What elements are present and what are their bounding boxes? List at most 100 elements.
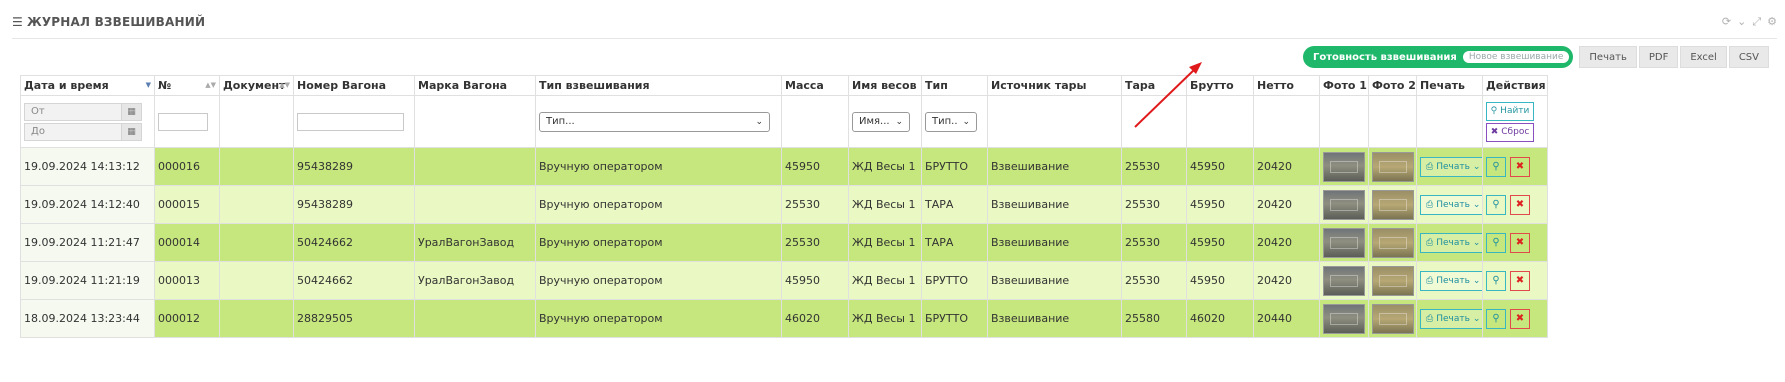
- document-cell: [219, 147, 294, 186]
- date-to-input[interactable]: До ▦: [24, 122, 142, 141]
- calendar-icon[interactable]: ▦: [121, 123, 141, 140]
- chevron-down-icon[interactable]: ⌄: [1737, 15, 1746, 29]
- view-record-button[interactable]: ⚲: [1486, 232, 1506, 253]
- ready-label: Готовность взвешивания: [1312, 51, 1457, 63]
- wagon-number-cell: 50424662: [293, 223, 415, 262]
- net-cell: 20420: [1253, 147, 1320, 186]
- filter-row: От ▦ До ▦ Тип... ⌄ Имя... ⌄ Тип.. ⌄ ⚲ Найти ✖ С…: [20, 95, 1548, 148]
- scale-name-cell: ЖД Весы 1: [848, 261, 922, 300]
- weigh-type-cell: Вручную оператором: [535, 147, 782, 186]
- gear-icon[interactable]: ⚙: [1767, 15, 1777, 29]
- table-row[interactable]: 19.09.2024 14:12:40 000015 95438289 Вручную…: [20, 185, 1548, 224]
- net-cell: 20420: [1253, 223, 1320, 262]
- delete-record-button[interactable]: ✖: [1510, 156, 1530, 177]
- col-header-tare[interactable]: Тара: [1121, 75, 1187, 96]
- row-print-button[interactable]: ⎙ Печать ⌄: [1420, 156, 1482, 177]
- wagon-brand-cell: [414, 147, 536, 186]
- wagon-photo-2[interactable]: [1372, 303, 1414, 334]
- wagon-photo-2[interactable]: [1372, 151, 1414, 182]
- col-header-net[interactable]: Нетто: [1253, 75, 1320, 96]
- csv-export-button[interactable]: CSV: [1728, 46, 1769, 68]
- weighing-ready-indicator[interactable]: Готовность взвешивания Новое взвешивание: [1302, 46, 1574, 68]
- tare-source-cell: Взвешивание: [987, 147, 1122, 186]
- col-header-document[interactable]: Документ ▲▼: [219, 75, 294, 96]
- header-divider: [12, 38, 1777, 39]
- printer-icon: ⎙: [1426, 199, 1434, 210]
- gross-cell: 45950: [1186, 185, 1254, 224]
- view-record-button[interactable]: ⚲: [1486, 194, 1506, 215]
- search-icon: ⚲: [1492, 313, 1500, 324]
- scale-name-select[interactable]: Имя... ⌄: [852, 111, 910, 132]
- gross-cell: 45950: [1186, 261, 1254, 300]
- col-header-wagon-number[interactable]: Номер Вагона: [293, 75, 415, 96]
- delete-record-button[interactable]: ✖: [1510, 308, 1530, 329]
- pdf-export-button[interactable]: PDF: [1638, 46, 1679, 68]
- mass-cell: 46020: [781, 299, 849, 338]
- search-icon: ⚲: [1492, 199, 1500, 210]
- wagon-number-filter-input[interactable]: [297, 112, 404, 131]
- col-header-number[interactable]: № ▲▼: [154, 75, 220, 96]
- wagon-photo-1[interactable]: [1323, 227, 1365, 258]
- row-print-button[interactable]: ⎙ Печать ⌄: [1420, 194, 1482, 215]
- gross-cell: 46020: [1186, 299, 1254, 338]
- type-select[interactable]: Тип.. ⌄: [925, 111, 977, 132]
- refresh-icon[interactable]: ⟳: [1722, 15, 1731, 29]
- mass-cell: 45950: [781, 261, 849, 300]
- weigh-type-cell: Вручную оператором: [535, 261, 782, 300]
- printer-icon: ⎙: [1426, 161, 1434, 172]
- col-header-scale-name[interactable]: Имя весов: [848, 75, 922, 96]
- delete-record-button[interactable]: ✖: [1510, 270, 1530, 291]
- sort-icon: ▲▼: [279, 81, 290, 89]
- wagon-photo-1[interactable]: [1323, 265, 1365, 296]
- chevron-down-icon: ⌄: [895, 116, 903, 127]
- weigh-type-select[interactable]: Тип... ⌄: [539, 111, 770, 132]
- col-header-weigh-type[interactable]: Тип взвешивания: [535, 75, 782, 96]
- date-from-input[interactable]: От ▦: [24, 102, 142, 121]
- view-record-button[interactable]: ⚲: [1486, 156, 1506, 177]
- sort-desc-icon: ▼: [145, 81, 151, 89]
- calendar-icon[interactable]: ▦: [121, 103, 141, 120]
- wagon-number-cell: 95438289: [293, 185, 415, 224]
- col-header-gross[interactable]: Брутто: [1186, 75, 1254, 96]
- col-header-tare-source[interactable]: Источник тары: [987, 75, 1122, 96]
- excel-export-button[interactable]: Excel: [1680, 46, 1727, 68]
- close-icon: ✖: [1515, 275, 1525, 286]
- wagon-photo-2[interactable]: [1372, 189, 1414, 220]
- number-cell: 000015: [154, 185, 220, 224]
- wagon-photo-1[interactable]: [1323, 151, 1365, 182]
- row-print-button[interactable]: ⎙ Печать ⌄: [1420, 308, 1482, 329]
- table-row[interactable]: 19.09.2024 11:21:19 000013 50424662 УралВаг…: [20, 261, 1548, 300]
- delete-record-button[interactable]: ✖: [1510, 232, 1530, 253]
- table-row[interactable]: 19.09.2024 11:21:47 000014 50424662 УралВаг…: [20, 223, 1548, 262]
- tare-source-cell: Взвешивание: [987, 185, 1122, 224]
- view-record-button[interactable]: ⚲: [1486, 270, 1506, 291]
- number-cell: 000013: [154, 261, 220, 300]
- wagon-photo-2[interactable]: [1372, 265, 1414, 296]
- table-row[interactable]: 19.09.2024 14:13:12 000016 95438289 Вручную…: [20, 147, 1548, 186]
- col-header-type[interactable]: Тип: [921, 75, 988, 96]
- number-cell: 000012: [154, 299, 220, 338]
- number-filter-input[interactable]: [158, 112, 208, 131]
- row-print-button[interactable]: ⎙ Печать ⌄: [1420, 270, 1482, 291]
- find-button[interactable]: ⚲ Найти: [1486, 101, 1534, 121]
- delete-record-button[interactable]: ✖: [1510, 194, 1530, 215]
- wagon-photo-2[interactable]: [1372, 227, 1414, 258]
- expand-icon[interactable]: ⤢: [1752, 15, 1761, 29]
- net-cell: 20420: [1253, 185, 1320, 224]
- tare-cell: 25580: [1121, 299, 1187, 338]
- col-header-mass[interactable]: Масса: [781, 75, 849, 96]
- table-row[interactable]: 18.09.2024 13:23:44 000012 28829505 Вручную…: [20, 299, 1548, 338]
- wagon-brand-cell: УралВагонЗавод: [414, 223, 536, 262]
- reset-button[interactable]: ✖ Сброс: [1486, 122, 1534, 142]
- scale-name-cell: ЖД Весы 1: [848, 147, 922, 186]
- print-export-button[interactable]: Печать: [1579, 46, 1637, 68]
- col-header-datetime[interactable]: Дата и время ▼: [20, 75, 155, 96]
- printer-icon: ⎙: [1426, 237, 1434, 248]
- document-cell: [219, 223, 294, 262]
- chevron-down-icon: ⌄: [1472, 161, 1481, 172]
- wagon-photo-1[interactable]: [1323, 189, 1365, 220]
- col-header-wagon-brand[interactable]: Марка Вагона: [414, 75, 536, 96]
- view-record-button[interactable]: ⚲: [1486, 308, 1506, 329]
- wagon-photo-1[interactable]: [1323, 303, 1365, 334]
- row-print-button[interactable]: ⎙ Печать ⌄: [1420, 232, 1482, 253]
